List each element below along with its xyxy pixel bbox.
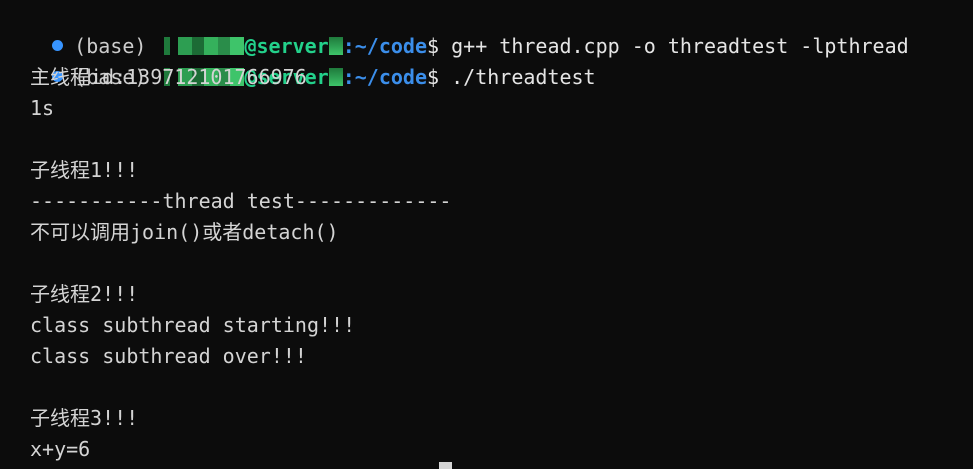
command-text: ./threadtest: [451, 65, 596, 89]
text-cursor: [439, 462, 452, 469]
output-line: -----------thread test-------------: [30, 189, 452, 213]
terminal-window[interactable]: (base) @server:~/code$ g++ thread.cpp -o …: [0, 0, 973, 469]
output-line: 子线程2!!!: [30, 282, 139, 306]
prompt-symbol: $: [427, 65, 440, 89]
output-line: class subthread over!!!: [30, 344, 307, 368]
prompt-line-2: (base) @server:~/code$ ./threadtest: [4, 31, 596, 89]
output-line: 子线程1!!!: [30, 158, 139, 182]
output-line: 主线程id:139712101766976: [30, 65, 307, 89]
redacted-hostname: [328, 67, 343, 86]
output-line: 1s: [30, 96, 55, 120]
output-line: x+y=6: [30, 437, 91, 461]
output-line: 子线程3!!!: [30, 406, 139, 430]
working-directory: :~/code: [342, 65, 428, 89]
output-line: 不可以调用join()或者detach(): [30, 220, 339, 244]
prompt-line-1: (base) @server:~/code$ g++ thread.cpp -o …: [4, 0, 909, 58]
output-line: class subthread starting!!!: [30, 313, 356, 337]
